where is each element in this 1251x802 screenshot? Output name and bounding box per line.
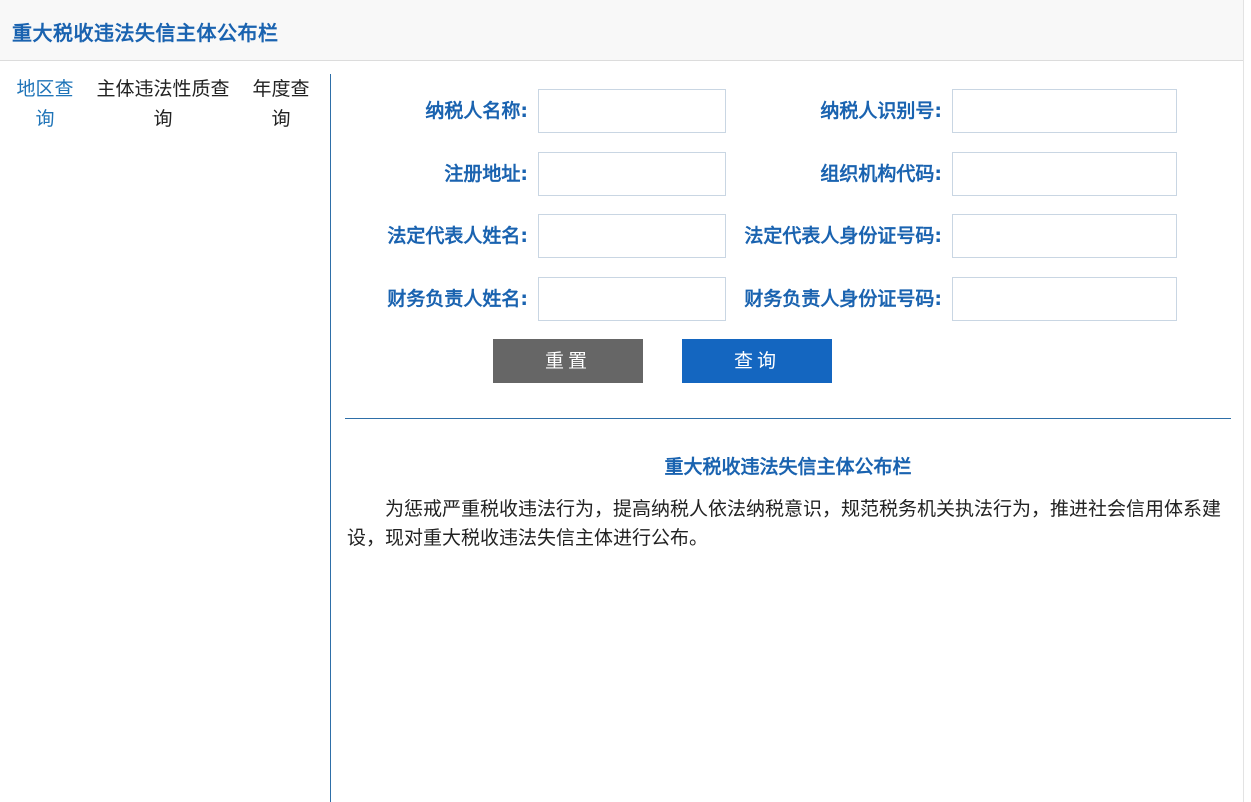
finance-head-name-label: 财务负责人姓名: (387, 288, 528, 310)
sidebar-divider (330, 74, 331, 802)
page-edge-divider (1243, 0, 1244, 802)
org-code-input[interactable] (952, 152, 1177, 196)
reset-button[interactable]: 重置 (493, 339, 643, 383)
taxpayer-id-label: 纳税人识别号: (820, 100, 942, 122)
tab-year-query[interactable]: 年度查询 (248, 74, 314, 134)
top-bar: 重大税收违法失信主体公布栏 (0, 0, 1243, 61)
registered-address-input[interactable] (538, 152, 726, 196)
finance-head-id-input[interactable] (952, 277, 1177, 321)
legal-rep-id-input[interactable] (952, 214, 1177, 258)
search-button[interactable]: 查询 (682, 339, 832, 383)
taxpayer-name-label: 纳税人名称: (425, 100, 528, 122)
finance-head-name-input[interactable] (538, 277, 726, 321)
org-code-label: 组织机构代码: (820, 163, 942, 185)
finance-head-id-label: 财务负责人身份证号码: (744, 288, 942, 310)
tab-region-query[interactable]: 地区查询 (12, 74, 78, 134)
legal-rep-name-input[interactable] (538, 214, 726, 258)
content-divider (345, 418, 1231, 419)
page-title: 重大税收违法失信主体公布栏 (12, 21, 279, 45)
tab-violation-type-query[interactable]: 主体违法性质查询 (92, 74, 234, 134)
page: 重大税收违法失信主体公布栏 地区查询 主体违法性质查询 年度查询 纳税人名称: … (0, 0, 1251, 802)
legal-rep-name-label: 法定代表人姓名: (387, 225, 528, 247)
taxpayer-name-input[interactable] (538, 89, 726, 133)
legal-rep-id-label: 法定代表人身份证号码: (744, 225, 942, 247)
notice-title: 重大税收违法失信主体公布栏 (664, 456, 912, 478)
taxpayer-id-input[interactable] (952, 89, 1177, 133)
notice-body: 为惩戒严重税收违法行为，提高纳税人依法纳税意识，规范税务机关执法行为，推进社会信… (347, 498, 1222, 549)
registered-address-label: 注册地址: (444, 163, 528, 185)
